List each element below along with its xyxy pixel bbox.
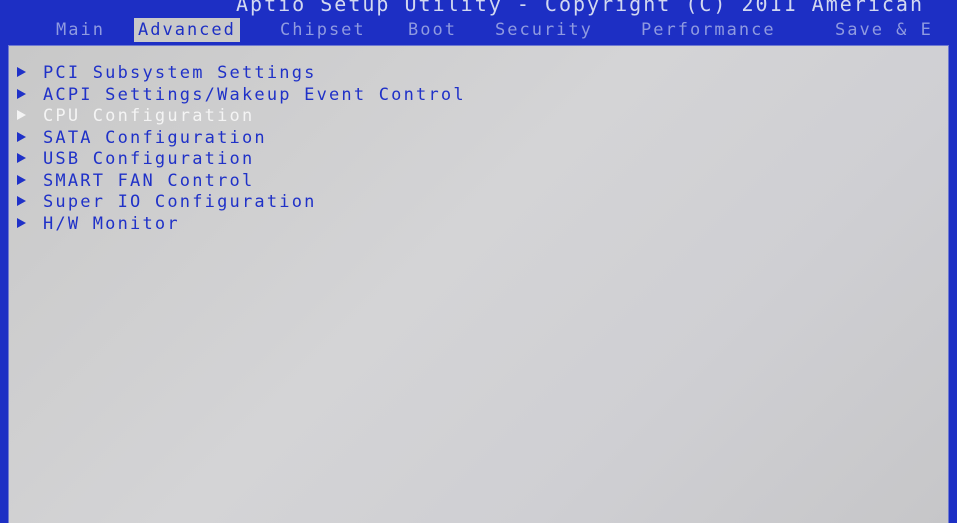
- menu-item-hw-monitor[interactable]: H/W Monitor: [17, 214, 466, 236]
- tab-boot[interactable]: Boot: [408, 18, 457, 42]
- arrow-right-icon: [17, 196, 26, 206]
- menu-item-label: H/W Monitor: [43, 213, 180, 234]
- arrow-right-icon: [17, 67, 26, 77]
- menu-item-label: ACPI Settings/Wakeup Event Control: [43, 84, 466, 105]
- tab-save-exit[interactable]: Save & E: [835, 18, 933, 42]
- menu-item-super-io-configuration[interactable]: Super IO Configuration: [17, 192, 466, 214]
- tab-advanced[interactable]: Advanced: [134, 18, 240, 42]
- menu-item-cpu-configuration[interactable]: CPU Configuration: [17, 106, 466, 128]
- menu-item-usb-configuration[interactable]: USB Configuration: [17, 149, 466, 171]
- menu-item-smart-fan-control[interactable]: SMART FAN Control: [17, 171, 466, 193]
- menu-item-label: CPU Configuration: [43, 106, 255, 126]
- menu-item-pci-subsystem[interactable]: PCI Subsystem Settings: [17, 63, 466, 85]
- menu-item-label: SATA Configuration: [43, 127, 267, 148]
- app-title: Aptio Setup Utility - Copyright (C) 2011…: [236, 0, 925, 16]
- advanced-menu: PCI Subsystem Settings ACPI Settings/Wak…: [17, 63, 466, 235]
- arrow-right-icon: [17, 110, 26, 120]
- tab-performance[interactable]: Performance: [641, 18, 776, 42]
- menu-item-label: SMART FAN Control: [43, 170, 255, 191]
- menu-item-label: PCI Subsystem Settings: [43, 63, 317, 83]
- menu-item-sata-configuration[interactable]: SATA Configuration: [17, 128, 466, 150]
- content-panel: PCI Subsystem Settings ACPI Settings/Wak…: [8, 45, 949, 523]
- menu-item-label: USB Configuration: [43, 149, 255, 169]
- bios-screen: Aptio Setup Utility - Copyright (C) 2011…: [0, 0, 957, 523]
- arrow-right-icon: [17, 88, 26, 99]
- tab-bar: Main Advanced Chipset Boot Security Perf…: [0, 18, 957, 42]
- arrow-right-icon: [17, 217, 26, 228]
- title-bar: Aptio Setup Utility - Copyright (C) 2011…: [0, 0, 957, 18]
- arrow-right-icon: [17, 131, 26, 142]
- menu-item-label: Super IO Configuration: [43, 192, 317, 212]
- tab-main[interactable]: Main: [56, 18, 105, 42]
- arrow-right-icon: [17, 174, 26, 185]
- tab-security[interactable]: Security: [495, 18, 593, 42]
- arrow-right-icon: [17, 153, 26, 163]
- menu-item-acpi-settings[interactable]: ACPI Settings/Wakeup Event Control: [17, 85, 466, 107]
- tab-chipset[interactable]: Chipset: [280, 18, 366, 42]
